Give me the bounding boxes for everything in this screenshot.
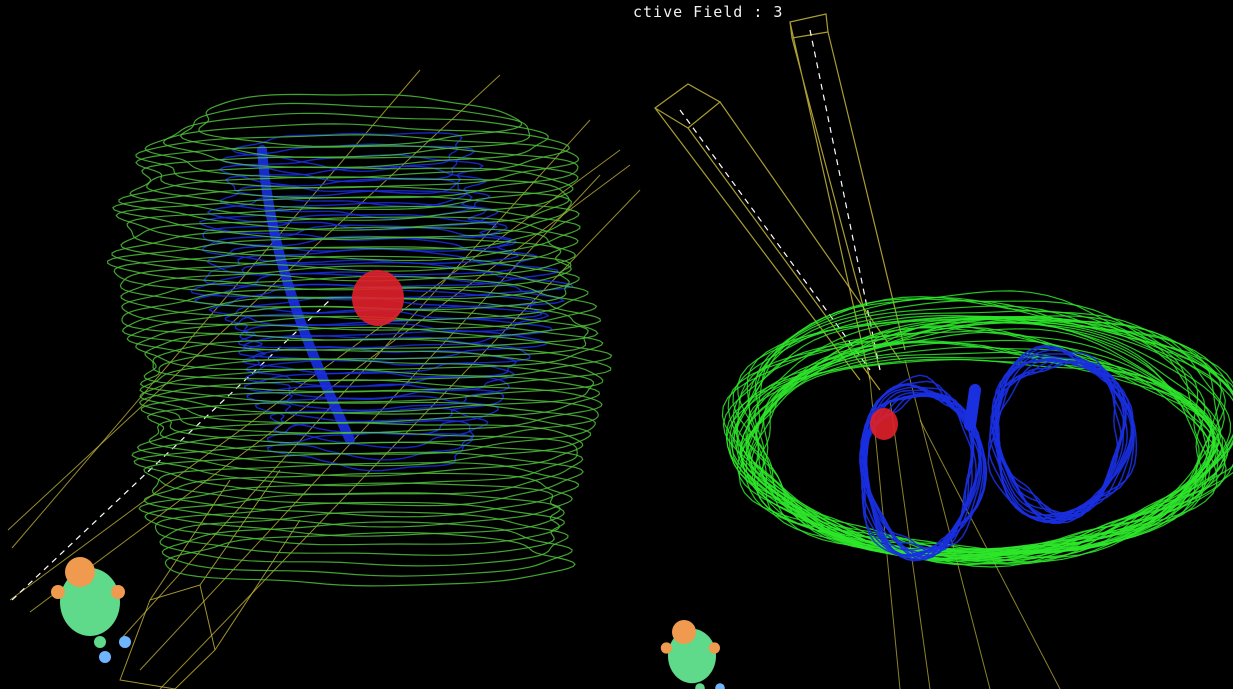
right-3d-view[interactable] [653, 13, 1233, 689]
manikin-hand [51, 585, 65, 599]
target-ellipse [352, 270, 404, 326]
body-contour [118, 176, 570, 231]
beam-axis [11, 299, 331, 601]
manikin-hand [660, 642, 673, 654]
body-contour [159, 511, 569, 567]
body-contour [154, 501, 565, 556]
manikin-foot [119, 636, 131, 648]
left-3d-view[interactable] [7, 69, 641, 689]
manikin-head [672, 620, 696, 644]
manikin-foot [99, 651, 111, 663]
target-ellipse [870, 408, 898, 440]
beam-box [653, 83, 901, 391]
right-body-contours [721, 290, 1233, 568]
manikin-hand [111, 585, 125, 599]
manikin-leg [94, 636, 106, 648]
3d-render-canvas[interactable] [0, 0, 1233, 689]
left-target-volume [352, 270, 404, 326]
manikin-foot [715, 683, 725, 689]
manikin-head [65, 557, 95, 587]
left-body-contours [107, 93, 613, 587]
trachea [964, 384, 981, 431]
body-contour [143, 472, 573, 528]
beam-edge [7, 74, 501, 531]
manikin-leg [695, 683, 705, 689]
patient-orientation-manikin-icon [51, 557, 131, 663]
patient-orientation-manikin-icon [660, 620, 725, 689]
right-target-volume [870, 408, 898, 440]
beam-edge [159, 189, 641, 689]
manikin-hand [708, 642, 721, 654]
body-contour [143, 451, 584, 507]
